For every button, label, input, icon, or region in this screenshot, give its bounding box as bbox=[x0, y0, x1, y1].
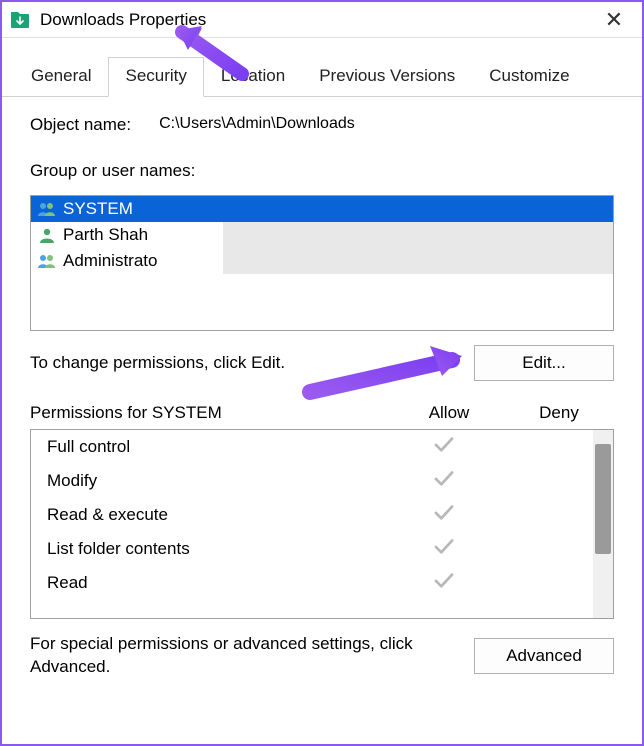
list-item-label: Administrato bbox=[63, 251, 157, 271]
table-row: Modify bbox=[31, 464, 613, 498]
object-name-label: Object name: bbox=[30, 115, 131, 135]
table-row: Read & execute bbox=[31, 498, 613, 532]
tab-strip: General Security Location Previous Versi… bbox=[2, 38, 642, 97]
advanced-row: For special permissions or advanced sett… bbox=[30, 633, 614, 679]
close-icon[interactable]: ✕ bbox=[594, 7, 634, 33]
tab-location[interactable]: Location bbox=[204, 57, 302, 97]
folder-download-icon bbox=[10, 10, 30, 30]
group-user-names-list[interactable]: SYSTEM Parth Shah Administrato bbox=[30, 195, 614, 331]
permission-name: List folder contents bbox=[47, 539, 389, 559]
allow-check-icon bbox=[389, 435, 499, 459]
permissions-header: Permissions for SYSTEM Allow Deny bbox=[30, 403, 614, 423]
group-user-names-label: Group or user names: bbox=[30, 161, 614, 181]
scrollbar[interactable] bbox=[593, 430, 613, 618]
user-icon bbox=[37, 226, 57, 244]
permission-name: Read & execute bbox=[47, 505, 389, 525]
tab-content-security: Object name: C:\Users\Admin\Downloads Gr… bbox=[2, 97, 642, 691]
table-row: List folder contents bbox=[31, 532, 613, 566]
users-icon bbox=[37, 200, 57, 218]
tab-customize[interactable]: Customize bbox=[472, 57, 586, 97]
table-row: Full control bbox=[31, 430, 613, 464]
users-icon bbox=[37, 252, 57, 270]
scrollbar-thumb[interactable] bbox=[595, 444, 611, 554]
column-allow: Allow bbox=[394, 403, 504, 423]
truncation-overlay bbox=[223, 248, 613, 274]
advanced-button[interactable]: Advanced bbox=[474, 638, 614, 674]
edit-hint-text: To change permissions, click Edit. bbox=[30, 353, 474, 373]
tab-previous-versions[interactable]: Previous Versions bbox=[302, 57, 472, 97]
object-name-row: Object name: C:\Users\Admin\Downloads bbox=[30, 115, 614, 135]
allow-check-icon bbox=[389, 469, 499, 493]
permission-name: Read bbox=[47, 573, 389, 593]
edit-button[interactable]: Edit... bbox=[474, 345, 614, 381]
advanced-hint-text: For special permissions or advanced sett… bbox=[30, 633, 454, 679]
allow-check-icon bbox=[389, 571, 499, 595]
allow-check-icon bbox=[389, 537, 499, 561]
allow-check-icon bbox=[389, 503, 499, 527]
list-item[interactable]: Parth Shah bbox=[31, 222, 613, 248]
list-item-label: Parth Shah bbox=[63, 225, 148, 245]
tab-security[interactable]: Security bbox=[108, 57, 203, 97]
list-item[interactable]: Administrato bbox=[31, 248, 613, 274]
tab-general[interactable]: General bbox=[14, 57, 108, 97]
permission-name: Full control bbox=[47, 437, 389, 457]
truncation-overlay bbox=[223, 222, 613, 248]
column-deny: Deny bbox=[504, 403, 614, 423]
object-name-value: C:\Users\Admin\Downloads bbox=[159, 115, 355, 135]
permission-name: Modify bbox=[47, 471, 389, 491]
permissions-for-label: Permissions for SYSTEM bbox=[30, 403, 394, 423]
list-item-label: SYSTEM bbox=[63, 199, 133, 219]
list-item[interactable]: SYSTEM bbox=[31, 196, 613, 222]
table-row: Read bbox=[31, 566, 613, 600]
title-bar: Downloads Properties ✕ bbox=[2, 2, 642, 38]
edit-permissions-row: To change permissions, click Edit. Edit.… bbox=[30, 345, 614, 381]
window-title: Downloads Properties bbox=[40, 10, 594, 30]
permissions-list: Full control Modify Read & execute List … bbox=[30, 429, 614, 619]
